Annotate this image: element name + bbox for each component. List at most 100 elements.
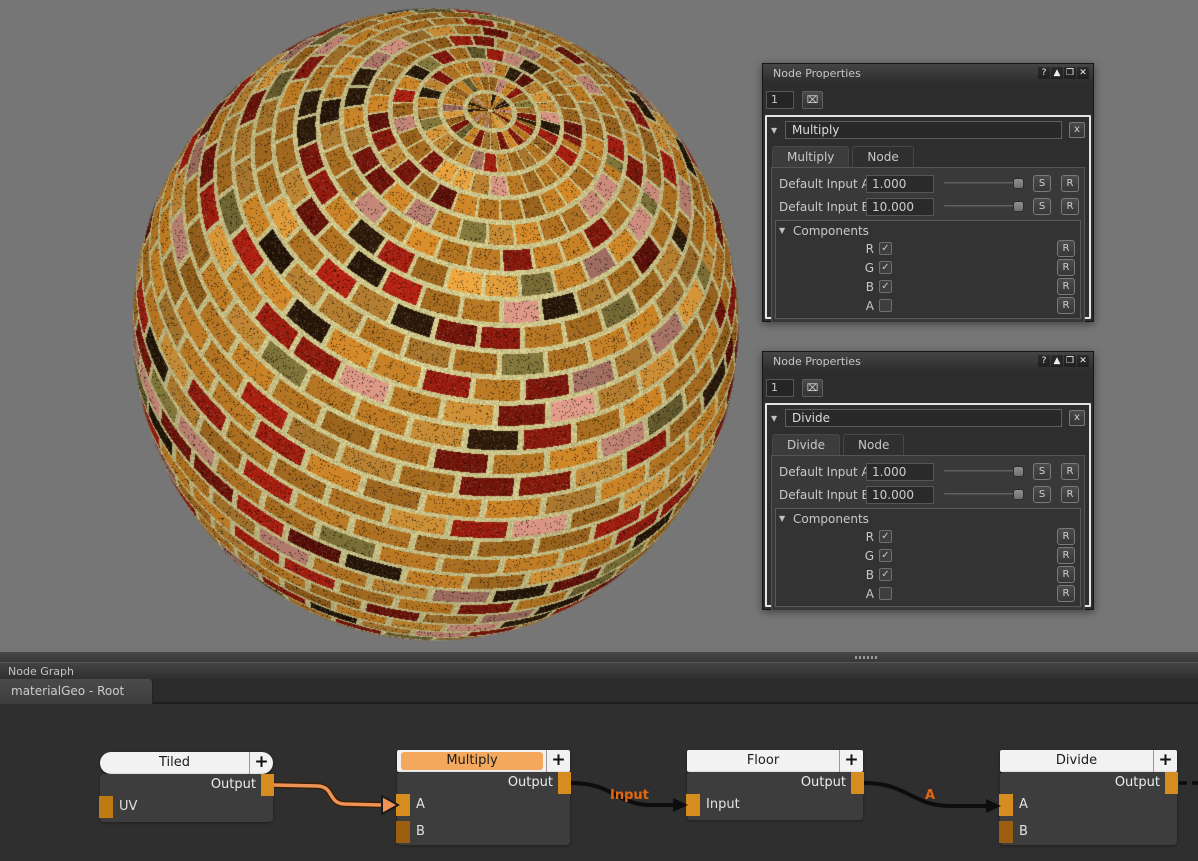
slider-handle[interactable] xyxy=(1013,489,1024,500)
reset-button[interactable]: R xyxy=(1061,175,1079,192)
node-header[interactable]: Floor + xyxy=(687,750,863,772)
input-port-b[interactable] xyxy=(999,821,1013,843)
graph-node-floor[interactable]: Floor + Output Input xyxy=(687,750,863,772)
add-port-button[interactable]: + xyxy=(546,750,570,772)
panel-titlebar[interactable]: Node Properties ? ▲ ❐ ✕ xyxy=(763,64,1093,82)
slider-handle[interactable] xyxy=(1013,178,1024,189)
component-checkbox[interactable]: ✓ xyxy=(879,280,892,293)
param-slider[interactable] xyxy=(944,488,1024,501)
panel-titlebar[interactable]: Node Properties ? ▲ ❐ ✕ xyxy=(763,352,1093,370)
dock-icon[interactable]: ▲ xyxy=(1051,67,1063,79)
node-header[interactable]: Multiply + xyxy=(397,750,570,772)
help-icon[interactable]: ? xyxy=(1038,355,1050,367)
tab-materialgeo-root[interactable]: materialGeo - Root xyxy=(0,679,153,704)
graph-node-divide[interactable]: Divide + Output A B xyxy=(1000,750,1177,772)
input-port-a[interactable] xyxy=(396,794,410,816)
slider-handle[interactable] xyxy=(1013,201,1024,212)
add-port-button[interactable]: + xyxy=(839,750,863,772)
node-name-field[interactable]: Multiply xyxy=(785,121,1062,139)
collapse-arrow-icon[interactable]: ▼ xyxy=(779,226,793,235)
component-checkbox[interactable]: ✓ xyxy=(879,261,892,274)
node-body[interactable]: Output UV xyxy=(100,774,273,822)
graph-node-tiled[interactable]: Tiled + Output UV xyxy=(100,752,273,774)
component-checkbox[interactable]: ✓ xyxy=(879,549,892,562)
lock-properties-button[interactable]: ⌧ xyxy=(802,91,823,109)
component-row-g: G ✓ R xyxy=(779,546,1077,565)
group-close-button[interactable]: x xyxy=(1069,410,1085,426)
float-icon[interactable]: ❐ xyxy=(1064,67,1076,79)
collapse-arrow-icon[interactable]: ▼ xyxy=(771,414,785,423)
reset-button[interactable]: R xyxy=(1057,585,1075,602)
node-body[interactable]: Output A B xyxy=(397,772,570,845)
collapse-arrow-icon[interactable]: ▼ xyxy=(779,514,793,523)
node-header[interactable]: Divide + xyxy=(1000,750,1177,772)
close-icon[interactable]: ✕ xyxy=(1077,355,1089,367)
param-slider[interactable] xyxy=(944,465,1024,478)
reset-button[interactable]: R xyxy=(1057,240,1075,257)
component-checkbox[interactable]: ✓ xyxy=(879,568,892,581)
dock-icon[interactable]: ▲ xyxy=(1051,355,1063,367)
reset-button[interactable]: R xyxy=(1057,259,1075,276)
group-close-button[interactable]: x xyxy=(1069,122,1085,138)
panel-splitter[interactable] xyxy=(0,652,1198,662)
node-body[interactable]: Output Input xyxy=(687,772,863,820)
component-label: G xyxy=(779,261,874,275)
component-checkbox[interactable] xyxy=(879,299,892,312)
snap-button[interactable]: S xyxy=(1033,486,1051,503)
param-slider[interactable] xyxy=(944,177,1024,190)
reset-button[interactable]: R xyxy=(1057,528,1075,545)
graph-node-multiply[interactable]: Multiply + Output A B xyxy=(397,750,570,772)
splitter-grip-icon[interactable] xyxy=(855,656,878,659)
snap-button[interactable]: S xyxy=(1033,175,1051,192)
param-value-field[interactable]: 10.000 xyxy=(866,486,934,504)
input-port-uv[interactable] xyxy=(99,796,113,818)
reset-button[interactable]: R xyxy=(1057,547,1075,564)
node-header[interactable]: Tiled + xyxy=(100,752,273,774)
param-label: Default Input A xyxy=(775,177,866,191)
reset-button[interactable]: R xyxy=(1061,486,1079,503)
node-graph-titlebar[interactable]: Node Graph xyxy=(0,662,1198,679)
lock-properties-button[interactable]: ⌧ xyxy=(802,379,823,397)
tab-node[interactable]: Node xyxy=(852,146,913,167)
slider-track xyxy=(944,470,1024,473)
property-tabs: Divide Node xyxy=(772,434,1089,455)
node-body[interactable]: Output A B xyxy=(1000,772,1177,845)
reset-button[interactable]: R xyxy=(1057,297,1075,314)
panel-title: Node Properties xyxy=(773,355,861,368)
close-icon[interactable]: ✕ xyxy=(1077,67,1089,79)
slider-handle[interactable] xyxy=(1013,466,1024,477)
input-port-input[interactable] xyxy=(686,794,700,816)
node-count-field[interactable]: 1 xyxy=(766,91,794,109)
param-slider[interactable] xyxy=(944,200,1024,213)
reset-button[interactable]: R xyxy=(1061,463,1079,480)
param-value-field[interactable]: 10.000 xyxy=(866,198,934,216)
input-port-a[interactable] xyxy=(999,794,1013,816)
component-checkbox[interactable]: ✓ xyxy=(879,530,892,543)
snap-button[interactable]: S xyxy=(1033,198,1051,215)
component-checkbox[interactable]: ✓ xyxy=(879,242,892,255)
reset-button[interactable]: R xyxy=(1061,198,1079,215)
tab-node[interactable]: Node xyxy=(843,434,904,455)
component-row-r: R ✓ R xyxy=(779,527,1077,546)
input-port-b[interactable] xyxy=(396,821,410,843)
tab-divide[interactable]: Divide xyxy=(772,434,840,455)
snap-button[interactable]: S xyxy=(1033,463,1051,480)
component-checkbox[interactable] xyxy=(879,587,892,600)
output-port[interactable] xyxy=(851,772,864,794)
node-count-field[interactable]: 1 xyxy=(766,379,794,397)
param-value-field[interactable]: 1.000 xyxy=(866,175,934,193)
add-port-button[interactable]: + xyxy=(1153,750,1177,772)
output-port[interactable] xyxy=(1165,772,1178,794)
param-value-field[interactable]: 1.000 xyxy=(866,463,934,481)
help-icon[interactable]: ? xyxy=(1038,67,1050,79)
reset-button[interactable]: R xyxy=(1057,278,1075,295)
node-name-field[interactable]: Divide xyxy=(785,409,1062,427)
collapse-arrow-icon[interactable]: ▼ xyxy=(771,126,785,135)
tab-multiply[interactable]: Multiply xyxy=(772,146,849,167)
reset-button[interactable]: R xyxy=(1057,566,1075,583)
output-port[interactable] xyxy=(261,774,274,796)
float-icon[interactable]: ❐ xyxy=(1064,355,1076,367)
output-port[interactable] xyxy=(558,772,571,794)
add-port-button[interactable]: + xyxy=(249,752,273,774)
slider-track xyxy=(944,493,1024,496)
